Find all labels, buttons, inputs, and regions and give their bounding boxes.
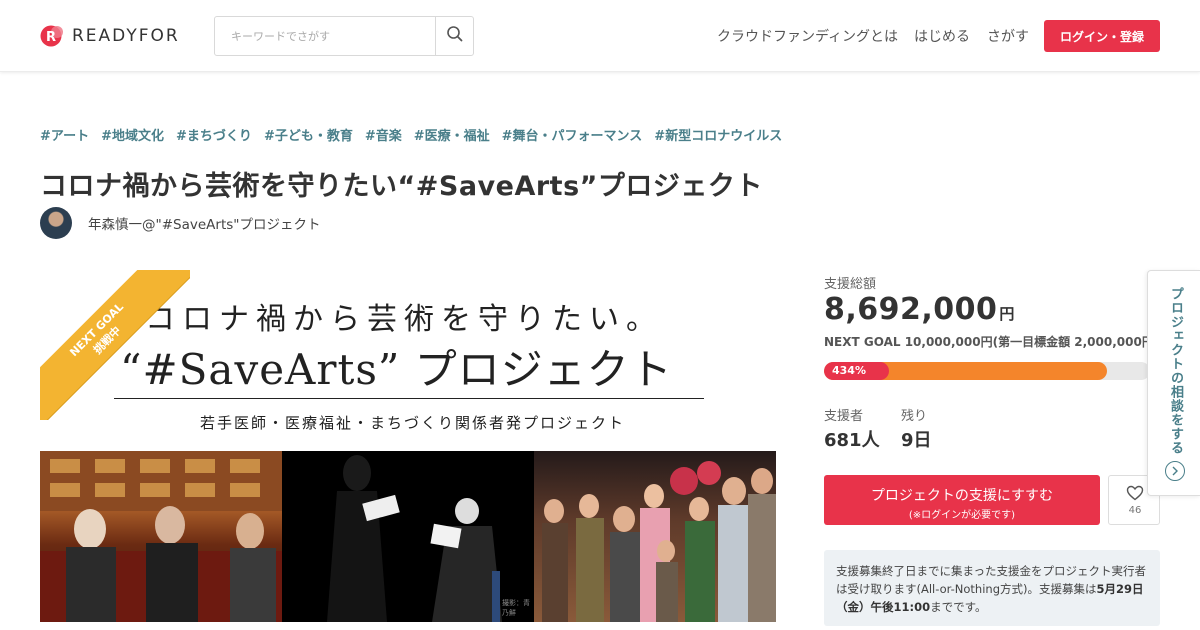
svg-text:R: R (46, 30, 56, 45)
next-goal-text: NEXT GOAL 10,000,000円(第一目標金額 2,000,000円) (824, 335, 1154, 349)
search-box (214, 16, 474, 56)
tag-link[interactable]: #医療・福祉 (414, 125, 490, 144)
support-button-note: (※ログインが必要です) (908, 510, 1016, 521)
support-button-label: プロジェクトの支援にすすむ (870, 488, 1054, 504)
readyfor-logo-icon: R (40, 25, 64, 47)
search-input[interactable] (215, 17, 435, 55)
tag-link[interactable]: #アート (40, 125, 89, 144)
supporters-label: 支援者 (824, 409, 864, 424)
next-goal-ribbon: NEXT GOAL 挑戦中 (40, 270, 190, 420)
support-project-button[interactable]: プロジェクトの支援にすすむ (※ログインが必要です) (824, 475, 1100, 525)
total-amount-unit: 円 (999, 305, 1015, 323)
photo-credit: 撮影：青乃鮮 (502, 599, 530, 617)
tag-link[interactable]: #新型コロナウイルス (654, 125, 782, 144)
consultation-tab[interactable]: プロジェクトの相談をする (1147, 270, 1200, 496)
funding-notice: 支援募集終了日までに集まった支援金をプロジェクト実行者は受け取ります(All-o… (824, 550, 1160, 626)
total-amount: 8,692,000 円 (824, 292, 1015, 327)
project-owner[interactable]: 年森慎一@"#SaveArts"プロジェクト (40, 207, 320, 239)
site-header: R READYFOR クラウドファンディングとは はじめる さがす ログイン・登… (0, 0, 1200, 72)
photo-theater-audience (40, 451, 282, 622)
consultation-tab-label: プロジェクトの相談をする (1168, 287, 1183, 455)
chevron-right-icon (1165, 461, 1185, 481)
logo-text: READYFOR (72, 26, 180, 46)
favorite-count: 46 (1128, 505, 1142, 516)
photo-performers (534, 451, 776, 622)
project-tags: #アート #地域文化 #まちづくり #子ども・教育 #音楽 #医療・福祉 #舞台… (40, 125, 794, 144)
remaining-label: 残り (901, 409, 928, 424)
project-main-image: コロナ禍から芸術を守りたい。 “#SaveArts” プロジェクト 若手医師・医… (40, 270, 776, 622)
search-icon (446, 25, 464, 47)
nav-about-crowdfunding[interactable]: クラウドファンディングとは (717, 26, 898, 46)
progress-percent: 434% (832, 364, 866, 377)
supporters-count: 681人 (824, 430, 880, 451)
readyfor-logo[interactable]: R READYFOR (40, 25, 180, 47)
owner-name: 年森慎一@"#SaveArts"プロジェクト (88, 217, 321, 233)
hero-heading-line2: “#SaveArts” プロジェクト (120, 345, 673, 394)
heart-icon (1126, 485, 1144, 505)
search-button[interactable] (435, 17, 473, 55)
tag-link[interactable]: #音楽 (365, 125, 402, 144)
hero-subheading: 若手医師・医療福祉・まちづくり関係者発プロジェクト (200, 414, 626, 432)
tag-link[interactable]: #舞台・パフォーマンス (502, 125, 643, 144)
progress-bar: 434% (824, 362, 1150, 380)
total-amount-value: 8,692,000 (824, 292, 998, 327)
nav-search[interactable]: さがす (987, 26, 1029, 46)
project-title: コロナ禍から芸術を守りたい“#SaveArts”プロジェクト (40, 171, 763, 202)
hero-heading-line1: コロナ禍から芸術を守りたい。 (145, 302, 663, 337)
tag-link[interactable]: #子ども・教育 (264, 125, 353, 144)
login-register-button[interactable]: ログイン・登録 (1044, 20, 1160, 52)
hero-divider (114, 398, 704, 399)
owner-avatar (40, 207, 72, 239)
tag-link[interactable]: #まちづくり (176, 125, 252, 144)
notice-text-part2: までです。 (930, 600, 987, 614)
nav-start[interactable]: はじめる (914, 26, 970, 46)
tag-link[interactable]: #地域文化 (101, 125, 164, 144)
photo-stage-reading: 撮影：青乃鮮 (282, 451, 534, 622)
remaining-days: 9日 (901, 430, 932, 451)
total-amount-label: 支援総額 (824, 277, 877, 292)
